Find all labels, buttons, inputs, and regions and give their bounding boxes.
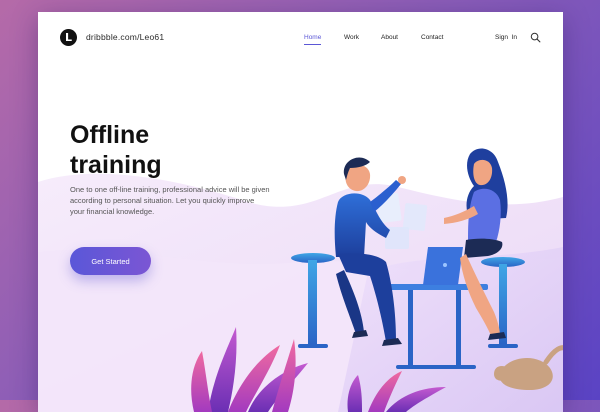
hero-description: One to one off-line training, profession…	[70, 185, 270, 216]
hero-title: Offline training	[70, 121, 162, 179]
logo-icon[interactable]: L	[60, 29, 77, 46]
top-navigation: L dribbble.com/Leo61 Home Work About Con…	[38, 12, 563, 64]
sign-in-link[interactable]: Sign In	[495, 34, 517, 41]
get-started-button[interactable]: Get Started	[70, 247, 151, 275]
foreground-plants	[191, 327, 446, 412]
nav-link-contact[interactable]: Contact	[421, 34, 443, 41]
logo-text[interactable]: dribbble.com/Leo61	[86, 32, 164, 42]
nav-link-home[interactable]: Home	[304, 34, 321, 41]
nav-active-underline	[304, 44, 321, 46]
landing-page-card: L dribbble.com/Leo61 Home Work About Con…	[38, 12, 563, 412]
search-icon[interactable]	[530, 32, 541, 43]
nav-link-work[interactable]: Work	[344, 34, 359, 41]
nav-link-about[interactable]: About	[381, 34, 398, 41]
